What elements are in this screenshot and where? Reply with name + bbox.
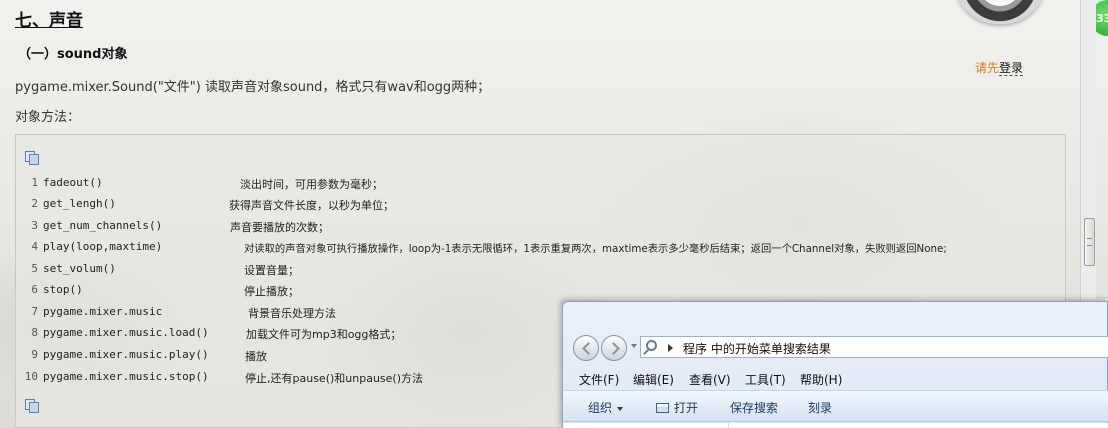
copy-icon[interactable] bbox=[25, 399, 39, 413]
chevron-down-icon bbox=[617, 406, 624, 411]
burn-button[interactable]: 刻录 bbox=[808, 399, 832, 416]
organize-label: 组织 bbox=[588, 401, 613, 415]
open-label: 打开 bbox=[674, 401, 699, 415]
code-text: play(loop,maxtime) bbox=[43, 240, 163, 253]
line-number: 9 bbox=[31, 348, 38, 361]
code-text: set_volum() bbox=[43, 262, 116, 275]
line-number: 1 bbox=[31, 176, 38, 189]
menu-view[interactable]: 查看(V) bbox=[689, 371, 731, 388]
back-button[interactable] bbox=[573, 335, 599, 361]
code-comment: 播放 bbox=[245, 350, 267, 363]
login-prefix-text: 请先 bbox=[975, 61, 1000, 75]
code-text: pygame.mixer.music.load() bbox=[43, 326, 209, 339]
code-comment: 背景音乐处理方法 bbox=[248, 307, 336, 320]
code-text: stop() bbox=[43, 283, 83, 296]
open-icon bbox=[656, 403, 669, 413]
content-pane bbox=[563, 423, 1108, 428]
menu-bar: 文件(F) 编辑(E) 查看(V) 工具(T) 帮助(H) bbox=[563, 367, 1108, 389]
code-text: pygame.mixer.music.stop() bbox=[43, 370, 209, 383]
explorer-window: 程序 中的开始菜单搜索结果 文件(F) 编辑(E) 查看(V) 工具(T) 帮助… bbox=[562, 301, 1108, 428]
section-title: 七、声音 bbox=[15, 11, 83, 31]
forward-button[interactable] bbox=[601, 335, 627, 361]
code-text: get_lengh() bbox=[43, 197, 116, 210]
line-number: 5 bbox=[31, 262, 38, 275]
copy-icon[interactable] bbox=[25, 151, 39, 165]
object-methods-label: 对象方法： bbox=[15, 110, 81, 125]
address-text: 程序 中的开始菜单搜索结果 bbox=[683, 342, 831, 356]
search-icon bbox=[646, 340, 657, 351]
line-number: 10 bbox=[24, 370, 38, 383]
sound-object-description: pygame.mixer.Sound("文件") 读取声音对象sound，格式只… bbox=[15, 80, 491, 95]
code-comment: 淡出时间，可用参数为毫秒； bbox=[240, 178, 383, 191]
login-prompt: 请先登录 bbox=[975, 59, 1024, 76]
code-comment: 停止,还有pause()和unpause()方法 bbox=[245, 372, 423, 385]
code-comment: 声音要播放的次数； bbox=[230, 221, 329, 234]
menu-help[interactable]: 帮助(H) bbox=[800, 371, 842, 388]
line-number: 2 bbox=[31, 197, 38, 210]
menu-tools[interactable]: 工具(T) bbox=[745, 371, 786, 388]
save-search-button[interactable]: 保存搜索 bbox=[730, 399, 778, 416]
breadcrumb-arrow-icon[interactable] bbox=[668, 344, 673, 352]
scrollbar-thumb[interactable] bbox=[1084, 218, 1095, 266]
recent-pages-dropdown-icon[interactable] bbox=[631, 344, 637, 348]
code-text: get_num_channels() bbox=[43, 219, 163, 232]
badge-count: 33 bbox=[1096, 12, 1108, 25]
line-number: 6 bbox=[31, 283, 38, 296]
code-comment: 获得声音文件长度，以秒为单位； bbox=[229, 199, 394, 212]
line-number: 4 bbox=[31, 240, 38, 253]
command-bar: 组织 打开 保存搜索 刻录 bbox=[563, 390, 1108, 422]
code-text: pygame.mixer.music bbox=[43, 305, 163, 318]
code-comment: 停止播放； bbox=[244, 285, 299, 298]
code-comment: 对读取的声音对象可执行播放操作，loop为-1表示无限循环，1表示重复两次，ma… bbox=[244, 243, 947, 255]
line-number: 8 bbox=[31, 326, 38, 339]
subsection-title: （一）sound对象 bbox=[18, 47, 128, 62]
code-comment: 加载文件可为mp3和ogg格式； bbox=[246, 328, 402, 341]
line-number: 7 bbox=[31, 305, 38, 318]
address-bar[interactable]: 程序 中的开始菜单搜索结果 bbox=[640, 336, 1108, 358]
open-button[interactable]: 打开 bbox=[656, 399, 698, 416]
code-comment: 设置音量； bbox=[244, 264, 299, 277]
line-number: 3 bbox=[31, 219, 38, 232]
menu-edit[interactable]: 编辑(E) bbox=[633, 371, 674, 388]
pane-divider[interactable] bbox=[728, 423, 729, 428]
menu-file[interactable]: 文件(F) bbox=[579, 371, 619, 388]
login-link[interactable]: 登录 bbox=[999, 61, 1024, 76]
code-text: pygame.mixer.music.play() bbox=[43, 348, 209, 361]
code-text: fadeout() bbox=[43, 176, 103, 189]
page-scrollbar[interactable] bbox=[1080, 0, 1096, 300]
organize-button[interactable]: 组织 bbox=[588, 399, 624, 416]
